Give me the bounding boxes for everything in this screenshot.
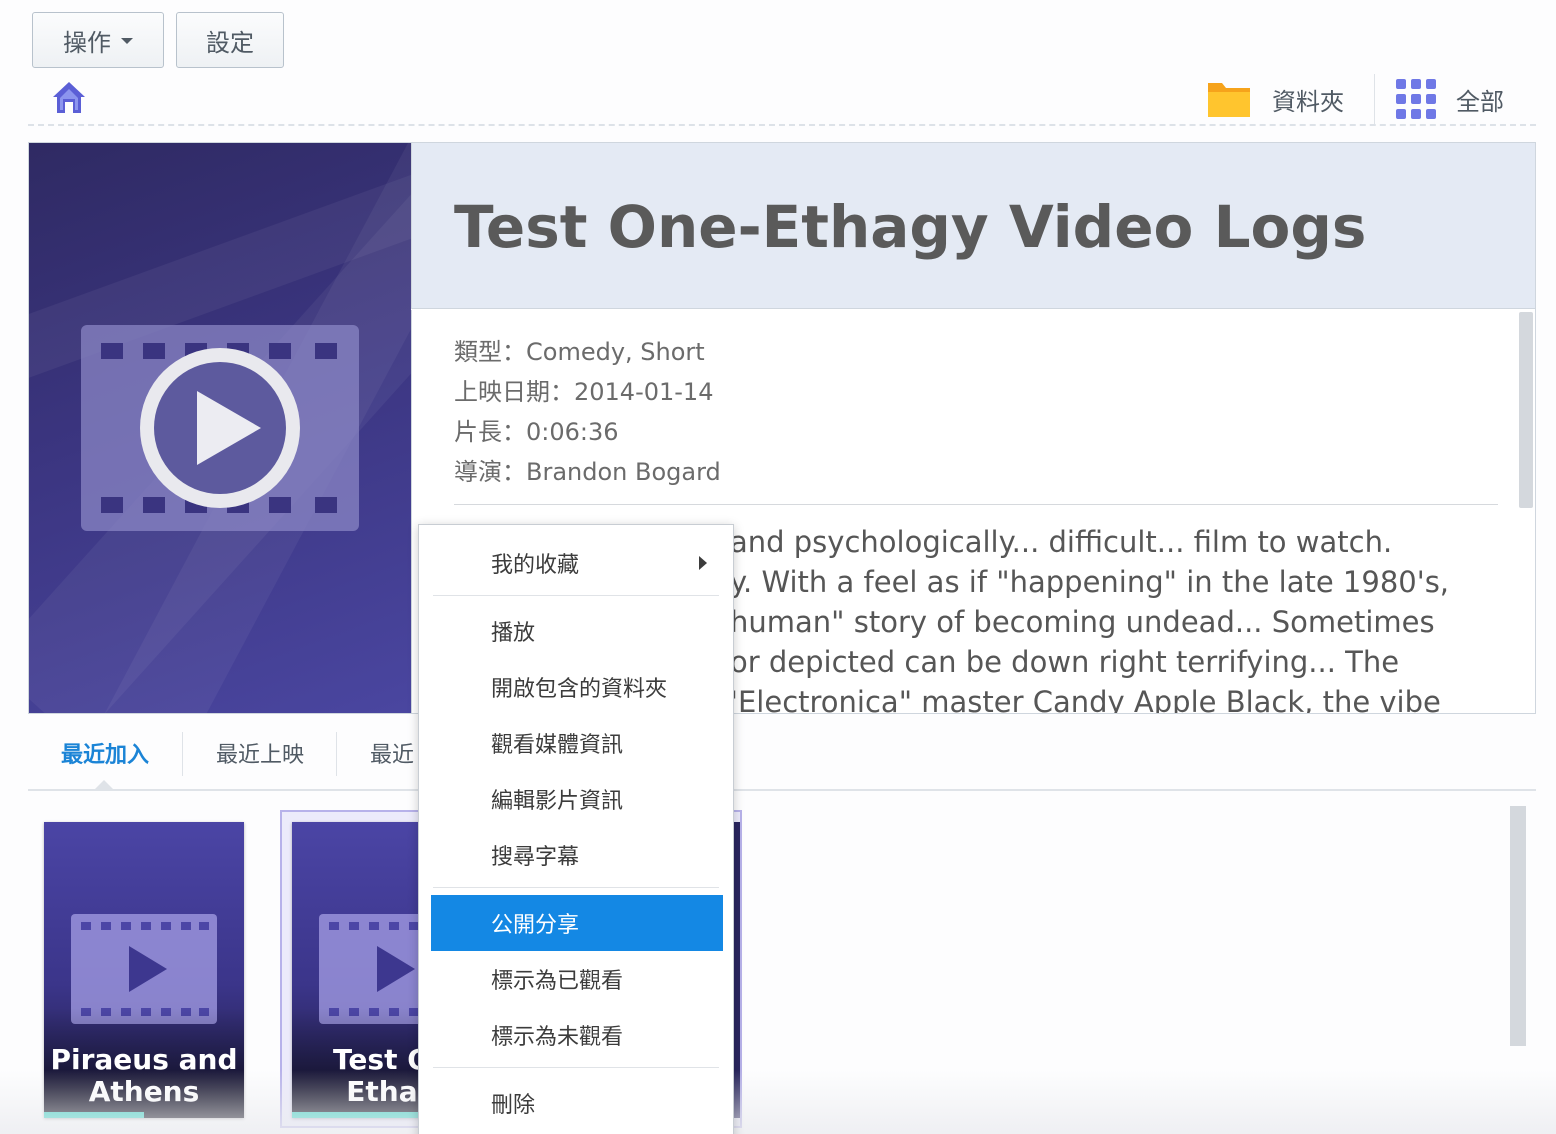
detail-scrollbar[interactable] [1519, 312, 1533, 508]
action-dropdown-button[interactable]: 操作 [32, 12, 164, 68]
context-menu: 我的收藏 播放 開啟包含的資料夾 觀看媒體資訊 編輯影片資訊 搜尋字幕 公開分享… [418, 524, 734, 1134]
menu-item-label: 刪除 [491, 1093, 536, 1118]
video-title: Test One-Ethagy Video Logs [454, 193, 1367, 261]
menu-item-favorites[interactable]: 我的收藏 [431, 535, 723, 591]
card-title: Piraeus and Athens [44, 1044, 244, 1108]
tab-recently-released[interactable]: 最近上映 [184, 728, 336, 778]
home-icon[interactable] [52, 80, 86, 116]
tabs-underline [28, 789, 1536, 791]
title-band: Test One-Ethagy Video Logs [411, 143, 1535, 309]
tab-recently-added[interactable]: 最近加入 [28, 728, 182, 778]
meta-duration: 片長：0:06:36 [454, 418, 619, 446]
menu-item-label: 編輯影片資訊 [491, 789, 624, 814]
folder-icon [1208, 83, 1250, 117]
meta-divider [454, 504, 1498, 505]
meta-release-date: 上映日期：2014-01-14 [454, 378, 714, 406]
submenu-arrow-icon [699, 556, 707, 570]
view-switch-divider [1374, 74, 1375, 124]
watch-progress-bar [292, 1112, 422, 1118]
menu-divider [433, 887, 719, 888]
menu-item-label: 我的收藏 [491, 553, 580, 578]
folder-view-label: 資料夾 [1272, 87, 1344, 116]
settings-button-label: 設定 [206, 28, 254, 57]
menu-divider [433, 1067, 719, 1068]
menu-item-label: 標示為已觀看 [491, 969, 624, 994]
watch-progress-bar [44, 1112, 144, 1118]
settings-button[interactable]: 設定 [176, 12, 284, 68]
menu-item-label: 觀看媒體資訊 [491, 733, 624, 758]
menu-item-label: 公開分享 [491, 913, 580, 938]
video-meta: 類型：Comedy, Short 上映日期：2014-01-14 片長：0:06… [454, 332, 721, 492]
menu-item-label: 標示為未觀看 [491, 1025, 624, 1050]
video-film-icon [81, 325, 359, 531]
tab-divider [336, 732, 337, 776]
chevron-down-icon [121, 38, 133, 44]
all-view-label: 全部 [1456, 87, 1504, 116]
meta-director: 導演：Brandon Bogard [454, 458, 721, 486]
folder-view-button[interactable]: 資料夾 [1206, 74, 1344, 124]
action-button-label: 操作 [63, 28, 111, 57]
card-title-line: Piraeus and [50, 1043, 238, 1076]
tab-divider [182, 732, 183, 776]
video-station-window: 操作 設定 資料夾 全部 Test One-Ethagy Video Logs … [0, 0, 1556, 1134]
video-card[interactable]: Piraeus and Athens [44, 822, 244, 1118]
menu-item-play[interactable]: 播放 [431, 603, 723, 659]
video-poster[interactable] [29, 143, 411, 713]
menu-item-public-share[interactable]: 公開分享 [431, 895, 723, 951]
video-detail-panel: Test One-Ethagy Video Logs 類型：Comedy, Sh… [28, 142, 1536, 714]
meta-genre: 類型：Comedy, Short [454, 338, 705, 366]
active-tab-indicator [94, 780, 114, 790]
menu-item-edit-info[interactable]: 編輯影片資訊 [431, 771, 723, 827]
menu-item-label: 播放 [491, 621, 536, 646]
grid-icon [1396, 79, 1436, 119]
menu-item-media-info[interactable]: 觀看媒體資訊 [431, 715, 723, 771]
all-view-button[interactable]: 全部 [1396, 74, 1504, 124]
menu-item-mark-unwatched[interactable]: 標示為未觀看 [431, 1007, 723, 1063]
menu-item-open-folder[interactable]: 開啟包含的資料夾 [431, 659, 723, 715]
menu-divider [433, 595, 719, 596]
menu-item-label: 搜尋字幕 [491, 845, 580, 870]
header-divider [28, 124, 1536, 126]
menu-item-label: 開啟包含的資料夾 [491, 677, 668, 702]
menu-item-search-subtitles[interactable]: 搜尋字幕 [431, 827, 723, 883]
menu-item-delete[interactable]: 刪除 [431, 1075, 723, 1131]
card-title-line: Athens [88, 1075, 200, 1108]
list-scrollbar[interactable] [1510, 806, 1526, 1046]
menu-item-mark-watched[interactable]: 標示為已觀看 [431, 951, 723, 1007]
